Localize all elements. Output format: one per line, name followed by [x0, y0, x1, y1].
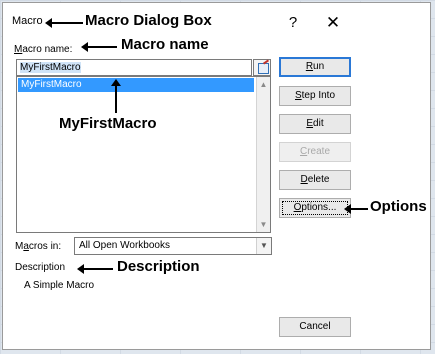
description-label: Description	[15, 262, 66, 273]
list-item[interactable]: MyFirstMacro	[18, 78, 254, 92]
options-button[interactable]: Options...	[279, 198, 351, 218]
title-bar: Macro ? ✕	[3, 3, 430, 39]
delete-button[interactable]: Delete	[279, 170, 351, 190]
annotation-dialog-box: Macro Dialog Box	[85, 12, 212, 29]
annotation-arrow	[344, 204, 368, 214]
annotation-options: Options	[370, 198, 427, 215]
macro-list[interactable]: MyFirstMacro ▲ ▼	[16, 76, 271, 233]
chevron-down-icon[interactable]: ▼	[256, 238, 271, 254]
dialog-title: Macro	[12, 15, 43, 27]
help-button[interactable]: ?	[281, 11, 305, 35]
edit-button[interactable]: Edit	[279, 114, 351, 134]
macros-in-select[interactable]: All Open Workbooks ▼	[74, 237, 272, 255]
annotation-arrow	[77, 264, 113, 274]
annotation-arrow	[81, 42, 117, 52]
scroll-up-icon[interactable]: ▲	[257, 78, 270, 91]
macro-name-input[interactable]: MyFirstMacro	[16, 59, 252, 76]
close-button[interactable]: ✕	[321, 11, 345, 35]
list-scrollbar[interactable]: ▲ ▼	[256, 77, 270, 232]
cancel-button[interactable]: Cancel	[279, 317, 351, 337]
macro-dialog: Macro ? ✕ Macro name: MyFirstMacro MyFir…	[2, 2, 431, 350]
macro-name-label: Macro name:	[14, 44, 73, 55]
create-button[interactable]: Create	[279, 142, 351, 162]
annotation-my-first-macro: MyFirstMacro	[59, 115, 157, 132]
scroll-down-icon[interactable]: ▼	[257, 218, 270, 231]
run-button[interactable]: Run	[279, 57, 351, 77]
description-text: A Simple Macro	[24, 280, 95, 291]
annotation-macro-name: Macro name	[121, 36, 209, 53]
step-into-button[interactable]: Step Into	[279, 86, 351, 106]
macros-in-label: Macros in:	[15, 241, 62, 252]
annotation-description: Description	[117, 258, 200, 275]
annotation-arrow	[111, 79, 121, 113]
annotation-arrow	[45, 18, 83, 28]
range-selector-icon[interactable]	[253, 59, 271, 76]
